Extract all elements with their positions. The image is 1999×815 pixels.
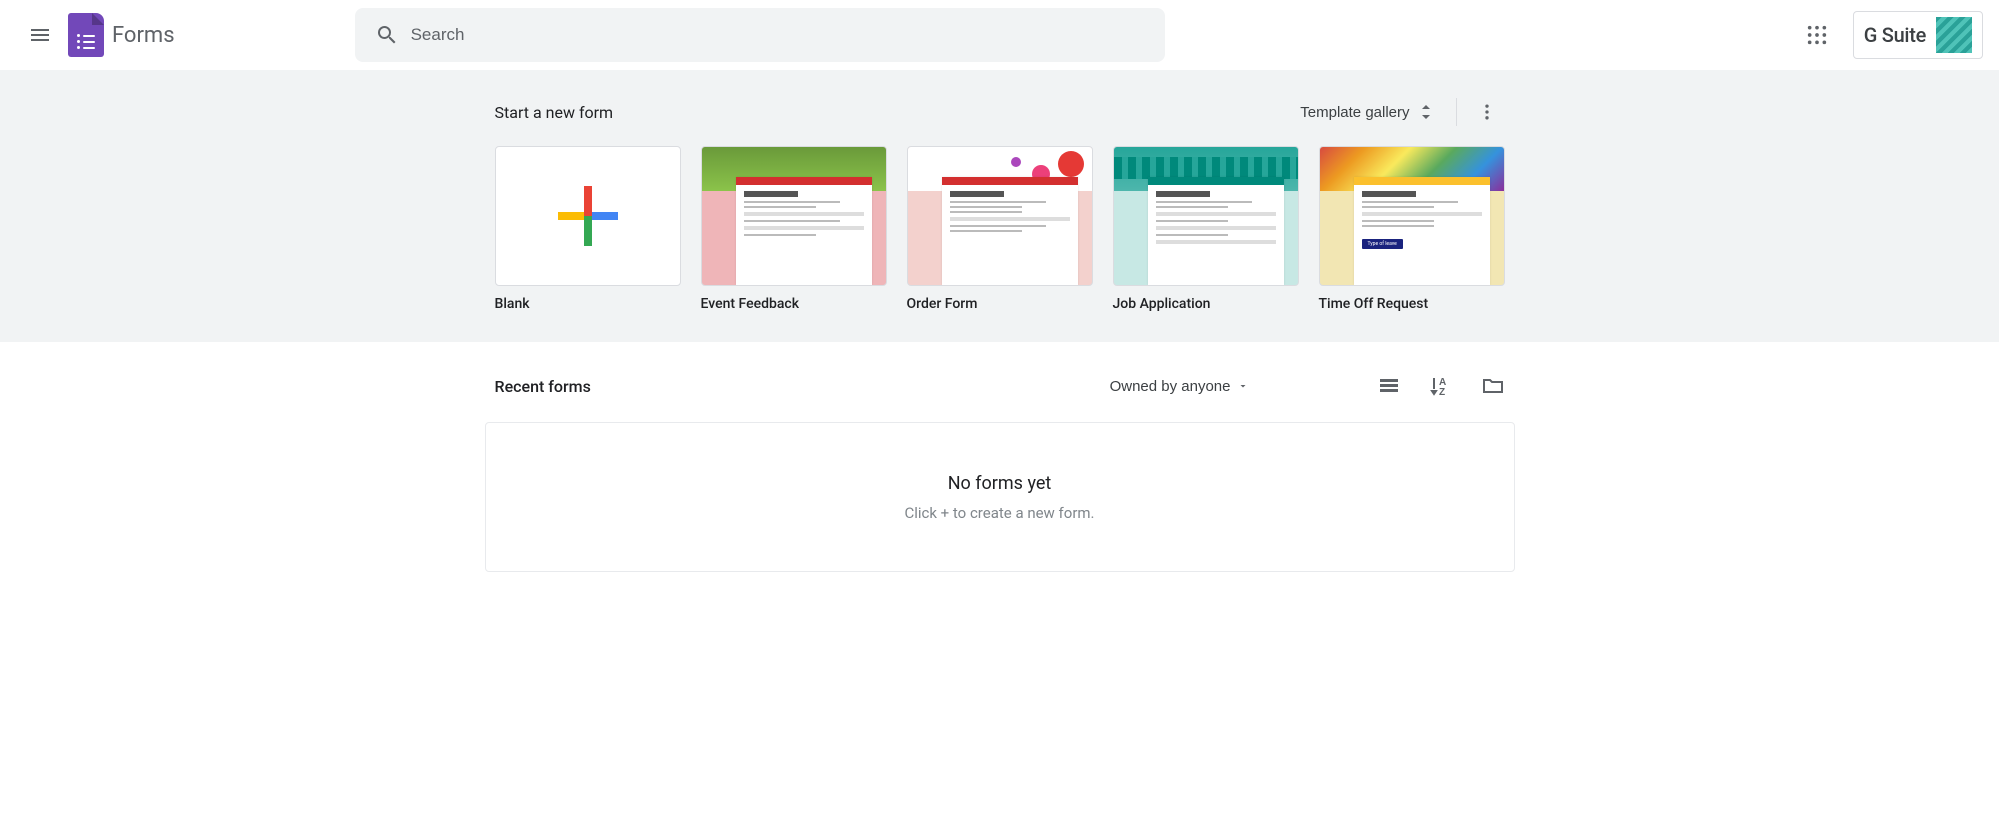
divider (1456, 98, 1457, 126)
template-label: Time Off Request (1319, 296, 1505, 312)
start-section-header: Start a new form Template gallery (495, 88, 1505, 136)
recent-header: Recent forms Owned by anyone AZ (495, 360, 1505, 412)
dropdown-icon (1237, 380, 1249, 392)
template-thumbnail (1113, 146, 1299, 286)
template-job-application[interactable]: Job Application (1113, 146, 1299, 312)
forms-logo-icon (68, 13, 104, 57)
template-event-feedback[interactable]: Event Feedback (701, 146, 887, 312)
template-gallery-label: Template gallery (1300, 104, 1409, 121)
svg-text:Z: Z (1439, 387, 1445, 398)
search-input[interactable] (407, 25, 1153, 45)
owned-by-dropdown[interactable]: Owned by anyone (1102, 370, 1257, 403)
template-label: Blank (495, 296, 681, 312)
more-vertical-icon (1477, 102, 1497, 122)
open-file-picker-button[interactable] (1481, 374, 1505, 398)
template-thumbnail (907, 146, 1093, 286)
sort-az-icon: AZ (1429, 374, 1453, 398)
template-row: Blank Event Feedback Order Form (495, 146, 1505, 312)
template-label: Event Feedback (701, 296, 887, 312)
product-logo-wrap[interactable]: Forms (68, 13, 175, 57)
template-label: Job Application (1113, 296, 1299, 312)
google-apps-button[interactable] (1797, 15, 1837, 55)
header: Forms G Suite (0, 0, 1999, 70)
sort-az-button[interactable]: AZ (1429, 374, 1453, 398)
list-view-icon (1377, 374, 1401, 398)
template-blank[interactable]: Blank (495, 146, 681, 312)
search-icon (375, 23, 399, 47)
search-button[interactable] (367, 15, 407, 55)
empty-state-subtitle: Click + to create a new form. (904, 504, 1094, 522)
avatar (1936, 17, 1972, 53)
empty-state: No forms yet Click + to create a new for… (485, 422, 1515, 572)
gsuite-label: G Suite (1864, 23, 1926, 47)
apps-grid-icon (1806, 24, 1828, 46)
unfold-icon (1418, 102, 1434, 122)
search-bar[interactable] (355, 8, 1165, 62)
template-label: Order Form (907, 296, 1093, 312)
template-thumbnail (701, 146, 887, 286)
template-thumbnail (495, 146, 681, 286)
empty-state-title: No forms yet (948, 473, 1052, 494)
recent-title: Recent forms (495, 377, 591, 396)
template-time-off-request[interactable]: Type of leave Time Off Request (1319, 146, 1505, 312)
start-section-actions: Template gallery (1290, 94, 1504, 130)
product-name: Forms (112, 23, 175, 48)
start-section-title: Start a new form (495, 103, 614, 122)
gsuite-account-switcher[interactable]: G Suite (1853, 11, 1983, 59)
start-new-form-section: Start a new form Template gallery (0, 70, 1999, 342)
folder-icon (1481, 374, 1505, 398)
more-options-button[interactable] (1469, 94, 1505, 130)
plus-icon (558, 186, 618, 246)
template-thumbnail: Type of leave (1319, 146, 1505, 286)
template-gallery-button[interactable]: Template gallery (1290, 94, 1443, 130)
main-menu-button[interactable] (16, 11, 64, 59)
hamburger-icon (28, 23, 52, 47)
recent-forms-section: Recent forms Owned by anyone AZ (0, 342, 1999, 590)
header-right: G Suite (1797, 11, 1983, 59)
list-view-button[interactable] (1377, 374, 1401, 398)
template-order-form[interactable]: Order Form (907, 146, 1093, 312)
recent-toolbar: AZ (1377, 374, 1505, 398)
owned-by-label: Owned by anyone (1110, 378, 1231, 395)
